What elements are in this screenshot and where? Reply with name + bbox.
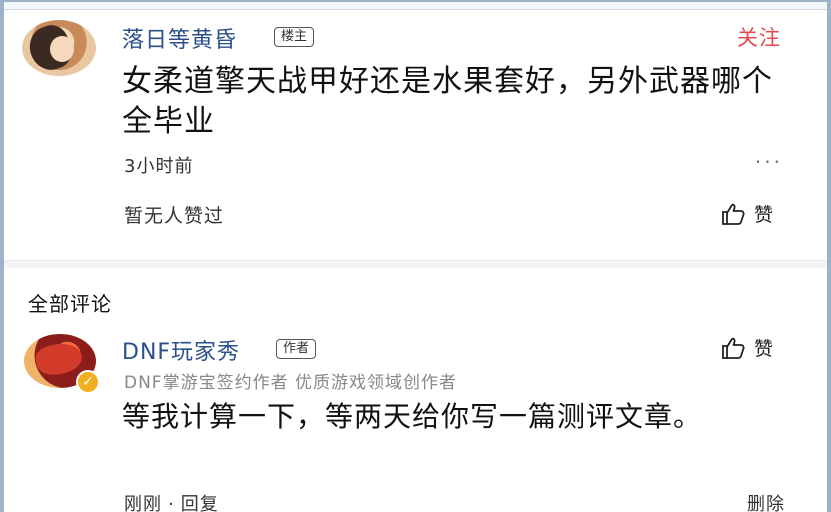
op-avatar[interactable] bbox=[22, 20, 96, 76]
commenter-badge: 作者 bbox=[276, 339, 317, 359]
comments-section-title: 全部评论 bbox=[28, 292, 112, 316]
op-badge: 楼主 bbox=[274, 27, 315, 47]
post-body: 女柔道擎天战甲好还是水果套好，另外武器哪个全毕业 bbox=[122, 64, 773, 139]
comment-like-label: 赞 bbox=[754, 338, 774, 360]
follow-button[interactable]: 关注 bbox=[737, 22, 781, 52]
window-right-border bbox=[827, 0, 831, 512]
op-username[interactable]: 落日等黄昏 bbox=[122, 22, 237, 54]
comment-like-button[interactable]: 赞 bbox=[720, 334, 773, 361]
post-like-button[interactable]: 赞 bbox=[720, 200, 773, 227]
commenter-credentials: DNF掌游宝签约作者 优质游戏领域创作者 bbox=[124, 373, 457, 393]
delete-button[interactable]: 删除 bbox=[747, 490, 785, 512]
avatar-flame bbox=[33, 339, 85, 379]
comment-time: 刚刚 bbox=[124, 494, 162, 512]
avatar-face bbox=[50, 36, 74, 62]
commenter-username[interactable]: DNF玩家秀 bbox=[122, 334, 240, 366]
more-options-icon[interactable]: ··· bbox=[755, 150, 783, 174]
thumbs-up-icon bbox=[722, 337, 745, 359]
window-top-border bbox=[0, 0, 831, 10]
comment-meta: 刚刚 · 回复 bbox=[124, 490, 219, 512]
thumbs-up-icon bbox=[722, 203, 745, 225]
verified-check-icon: ✓ bbox=[76, 370, 100, 394]
reply-button[interactable]: 回复 bbox=[181, 494, 219, 512]
post-like-label: 赞 bbox=[754, 204, 774, 226]
post-time: 3小时前 bbox=[124, 156, 194, 177]
comment-body: 等我计算一下，等两天给你写一篇测评文章。 bbox=[122, 400, 703, 433]
section-divider bbox=[4, 260, 827, 268]
post-likes-summary: 暂无人赞过 bbox=[124, 205, 225, 227]
meta-separator: · bbox=[168, 494, 175, 512]
